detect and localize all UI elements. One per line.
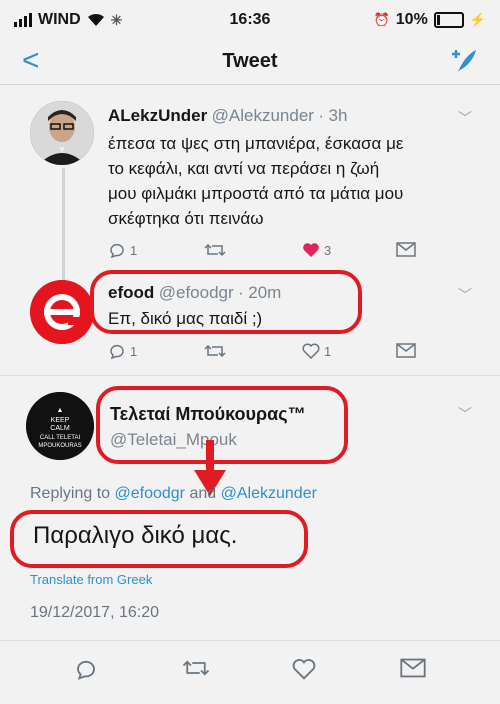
avatar-line: CALM — [50, 425, 70, 432]
reply-handle-link[interactable]: @efoodgr — [115, 485, 186, 502]
divider — [0, 640, 500, 641]
tweet1-line: μου φιλμάκι μπροστά από τα μάτια μου — [108, 184, 404, 203]
like-button[interactable]: 1 — [302, 343, 331, 359]
reply-icon — [110, 243, 124, 258]
envelope-icon — [396, 242, 416, 257]
chevron-down-icon[interactable]: ﹀ — [458, 404, 472, 424]
retweet-icon — [182, 660, 210, 676]
retweet-icon — [204, 243, 226, 257]
author-name[interactable]: ALekzUnder — [108, 106, 207, 125]
tweet1-line: έπεσα τα ψες στη μπανιέρα, έσκασα με — [108, 134, 404, 153]
status-bar: WIND ✳ 16:36 ⏰ 10% ⚡ — [0, 0, 500, 40]
retweet-button[interactable] — [204, 242, 226, 258]
like-button[interactable] — [292, 658, 316, 680]
tweet2-actions: 1 1 — [108, 343, 428, 365]
chevron-down-icon[interactable]: ﹀ — [458, 285, 472, 305]
thread-line — [62, 168, 65, 280]
tweet1-text: έπεσα τα ψες στη μπανιέρα, έσκασα με το … — [108, 131, 403, 231]
page-title: Tweet — [222, 50, 278, 72]
tweet1-line: το κεφάλι, και αντί να περάσει η ζωή — [108, 159, 380, 178]
alarm-icon: ⏰ — [373, 12, 390, 27]
compose-button[interactable] — [448, 48, 478, 79]
compose-icon — [452, 50, 476, 72]
chevron-down-icon[interactable]: ﹀ — [458, 108, 472, 128]
charging-icon: ⚡ — [469, 12, 486, 27]
status-right: ⏰ 10% ⚡ — [374, 11, 486, 29]
like-button[interactable]: 3 — [302, 242, 331, 258]
red-highlight-circle — [90, 270, 362, 334]
avatar-teletai[interactable]: ▲ KEEP CALM CALL TELETAI MPOUKOURAS — [26, 392, 94, 460]
avatar-line: MPOUKOURAS — [38, 443, 81, 449]
reply-count: 1 — [130, 242, 138, 258]
tweet3-actions — [74, 658, 434, 680]
heart-filled-icon — [303, 243, 319, 257]
reply-handle-link[interactable]: @Alekzunder — [221, 485, 317, 502]
translate-link[interactable]: Translate from Greek — [30, 572, 152, 587]
replying-and: and — [189, 485, 217, 502]
nav-bar: < Tweet — [0, 40, 500, 85]
replying-to: Replying to @efoodgr and @Alekzunder — [30, 485, 317, 503]
retweet-button[interactable] — [204, 343, 226, 359]
avatar-line: KEEP — [51, 417, 70, 424]
battery-percent: 10% — [395, 11, 428, 28]
envelope-icon — [396, 343, 416, 358]
svg-text:▲: ▲ — [57, 407, 64, 414]
reply-button[interactable] — [74, 658, 98, 680]
heart-icon — [292, 659, 316, 680]
avatar-efood[interactable] — [30, 280, 94, 344]
message-button[interactable] — [400, 658, 426, 678]
like-count: 1 — [324, 343, 332, 359]
battery-icon — [433, 12, 464, 28]
avatar-line: CALL TELETAI — [40, 435, 81, 441]
replying-prefix: Replying to — [30, 485, 111, 502]
red-highlight-circle — [10, 510, 308, 568]
message-button[interactable] — [396, 242, 416, 257]
heart-icon — [302, 343, 320, 359]
divider — [0, 375, 500, 376]
message-button[interactable] — [396, 343, 416, 358]
reply-count: 1 — [130, 343, 138, 359]
separator-dot: · — [318, 106, 325, 125]
reply-icon — [77, 660, 95, 680]
envelope-icon — [400, 658, 426, 678]
avatar-alekzunder[interactable] — [30, 101, 94, 165]
reply-button[interactable]: 1 — [108, 343, 137, 359]
author-handle[interactable]: @Alekzunder — [212, 106, 314, 125]
retweet-button[interactable] — [182, 658, 210, 678]
tweet-timestamp: 19/12/2017, 16:20 — [30, 604, 160, 621]
retweet-icon — [204, 344, 226, 358]
reply-icon — [110, 344, 124, 359]
tweet1-actions: 1 3 — [108, 242, 428, 264]
tweet1-line: σκέφτηκα ότι πεινάω — [108, 209, 264, 228]
reply-button[interactable]: 1 — [108, 242, 137, 258]
tweet-age: 3h — [328, 106, 348, 125]
tweet1-header: ALekzUnder @Alekzunder · 3h — [108, 106, 347, 126]
like-count: 3 — [324, 242, 332, 258]
